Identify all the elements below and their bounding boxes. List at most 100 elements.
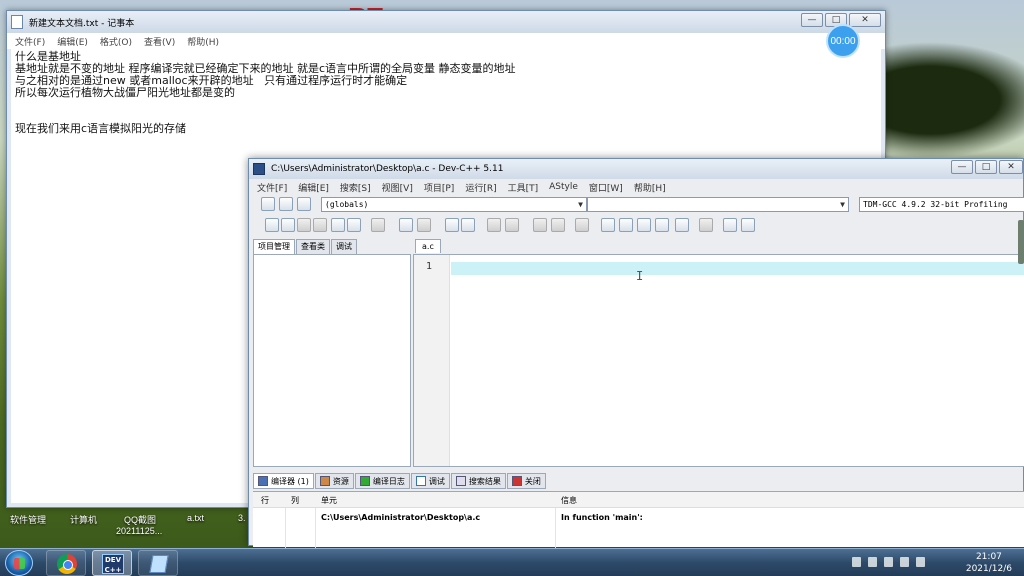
devcpp-menu-edit[interactable]: 编辑[E] [298, 181, 329, 194]
open-icon[interactable] [281, 218, 295, 232]
devcpp-menu-window[interactable]: 窗口[W] [589, 181, 623, 194]
taskbar-notepad[interactable] [138, 550, 178, 576]
devcpp-menu-project[interactable]: 项目[P] [424, 181, 454, 194]
debug-bug-icon[interactable] [741, 218, 755, 232]
compiler-combo-value: TDM-GCC 4.9.2 32-bit Profiling [863, 200, 1008, 209]
display-icon[interactable] [884, 557, 893, 567]
comment-icon[interactable] [575, 218, 589, 232]
compile-icon[interactable] [601, 218, 615, 232]
desktop-icon-qq-screenshot[interactable]: QQ截图 [124, 513, 156, 526]
output-col-unit: 单元 [321, 496, 337, 505]
compile-run-icon[interactable] [637, 218, 651, 232]
tab-resources[interactable]: 资源 [314, 473, 354, 489]
print-icon[interactable] [371, 218, 385, 232]
notepad-menu-view[interactable]: 查看(V) [144, 35, 175, 48]
save-all-icon[interactable] [313, 218, 327, 232]
devcpp-menubar: 文件[F] 编辑[E] 搜索[S] 视图[V] 项目[P] 运行[R] 工具[T… [249, 179, 1023, 195]
save-icon[interactable] [297, 218, 311, 232]
start-button[interactable] [5, 550, 33, 576]
line-number-gutter: 1 [414, 255, 450, 466]
close-file-icon[interactable] [331, 218, 345, 232]
network-icon[interactable] [900, 557, 909, 567]
indent-icon[interactable] [487, 218, 501, 232]
desktop-icon-computer[interactable]: 计算机 [70, 513, 97, 526]
devcpp-menu-view[interactable]: 视图[V] [382, 181, 413, 194]
goto-icon[interactable] [279, 197, 293, 211]
notepad-menu-file[interactable]: 文件(F) [15, 35, 45, 48]
prev-icon[interactable] [533, 218, 547, 232]
undo-icon[interactable] [399, 218, 413, 232]
tab-compiler[interactable]: 编译器 (1) [253, 473, 314, 489]
volume-icon[interactable] [916, 557, 925, 567]
devcpp-close-button[interactable]: ✕ [999, 160, 1023, 174]
notepad-title: 新建文本文档.txt - 记事本 [29, 18, 135, 29]
tab-search-results[interactable]: 搜索结果 [450, 473, 506, 489]
clock[interactable]: 21:07 2021/12/6 [966, 551, 1012, 575]
next-icon[interactable] [551, 218, 565, 232]
notepad-titlebar[interactable]: 新建文本文档.txt - 记事本 [7, 11, 885, 33]
tab-debug-output[interactable]: 调试 [410, 473, 450, 489]
current-line-highlight [451, 262, 1024, 275]
devcpp-menu-astyle[interactable]: AStyle [549, 182, 578, 192]
notepad-close-button[interactable]: ✕ [849, 13, 881, 27]
devcpp-menu-tools[interactable]: 工具[T] [508, 181, 539, 194]
taskbar-devcpp[interactable]: DEV C++ [92, 550, 132, 576]
devcpp-menu-help[interactable]: 帮助[H] [634, 181, 666, 194]
notepad-icon [149, 555, 169, 573]
table-row[interactable]: C:\Users\Administrator\Desktop\a.c In fu… [253, 510, 1024, 524]
close-all-icon[interactable] [347, 218, 361, 232]
tab-search-results-label: 搜索结果 [468, 476, 501, 486]
desktop-icon-a-txt[interactable]: a.txt [187, 513, 204, 523]
devcpp-menu-file[interactable]: 文件[F] [257, 181, 287, 194]
devcpp-minimize-button[interactable]: — [951, 160, 973, 174]
desktop-icon-software-manager[interactable]: 软件管理 [10, 513, 46, 526]
editor-tab-a-c[interactable]: a.c [415, 239, 441, 253]
flag-icon[interactable] [868, 557, 877, 567]
devcpp-titlebar[interactable]: C:\Users\Administrator\Desktop\a.c - Dev… [249, 159, 1023, 179]
devcpp-menu-search[interactable]: 搜索[S] [340, 181, 371, 194]
editor-text-area[interactable]: 1 I [413, 254, 1024, 467]
devcpp-menu-run[interactable]: 运行[R] [465, 181, 496, 194]
new-file-icon[interactable] [261, 197, 275, 211]
taskbar-chrome[interactable] [46, 550, 86, 576]
devcpp-maximize-button[interactable]: □ [975, 160, 997, 174]
new-icon[interactable] [265, 218, 279, 232]
find-icon[interactable] [445, 218, 459, 232]
project-tree[interactable] [253, 254, 411, 467]
keyboard-icon[interactable] [852, 557, 861, 567]
text-cursor-icon: I [636, 269, 644, 283]
redo-icon[interactable] [417, 218, 431, 232]
devcpp-window[interactable]: C:\Users\Administrator\Desktop\a.c - Dev… [248, 158, 1024, 548]
tab-class-browser[interactable]: 查看类 [296, 239, 330, 254]
replace-icon[interactable] [461, 218, 475, 232]
stop-icon[interactable] [699, 218, 713, 232]
side-scroll-grip[interactable] [1018, 220, 1024, 264]
bookmark-icon[interactable] [297, 197, 311, 211]
tab-close-panel[interactable]: 关闭 [506, 473, 546, 489]
notepad-minimize-button[interactable]: — [801, 13, 823, 27]
notepad-menu-help[interactable]: 帮助(H) [187, 35, 219, 48]
devcpp-app-icon [253, 163, 265, 175]
members-combo[interactable]: ▼ [587, 197, 849, 212]
rebuild-icon[interactable] [655, 218, 669, 232]
notepad-menu-format[interactable]: 格式(O) [100, 35, 132, 48]
profile-icon[interactable] [723, 218, 737, 232]
debug-icon [415, 476, 426, 486]
tab-compile-log[interactable]: 编译日志 [354, 473, 410, 489]
notepad-app-icon [11, 15, 23, 29]
check-syntax-icon[interactable] [675, 218, 689, 232]
tab-project-manager[interactable]: 项目管理 [253, 239, 295, 254]
globals-combo[interactable]: (globals) ▼ [321, 197, 587, 212]
output-header: 行 列 单元 信息 [253, 492, 1024, 508]
tab-debug[interactable]: 调试 [331, 239, 357, 254]
devcpp-toolbar-row1: (globals) ▼ ▼ TDM-GCC 4.9.2 32-bit Profi… [249, 195, 1024, 213]
devcpp-toolbar-row2 [249, 213, 1023, 235]
notepad-menu-edit[interactable]: 编辑(E) [57, 35, 88, 48]
unindent-icon[interactable] [505, 218, 519, 232]
tab-close-panel-label: 关闭 [524, 476, 541, 486]
run-icon[interactable] [619, 218, 633, 232]
compiler-combo[interactable]: TDM-GCC 4.9.2 32-bit Profiling [859, 197, 1024, 212]
recording-timer-badge[interactable]: 00:00 [826, 24, 860, 58]
desktop-icon-partial[interactable]: 3. [238, 513, 246, 523]
compile-log-icon [359, 476, 370, 486]
